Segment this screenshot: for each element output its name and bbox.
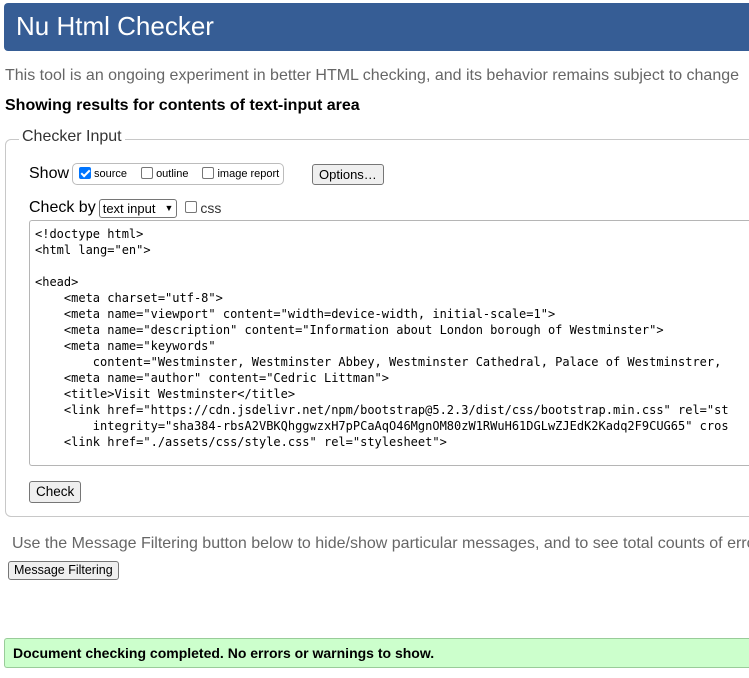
check-by-row: Check by text input ▼ css bbox=[29, 197, 221, 219]
options-button[interactable]: Options… bbox=[312, 164, 384, 185]
source-textarea[interactable]: <!doctype html> <html lang="en"> <head> <m… bbox=[29, 220, 749, 466]
code-line: <meta name="author" content="Cedric Litt… bbox=[35, 371, 390, 385]
check-button[interactable]: Check bbox=[29, 481, 82, 503]
check-by-select[interactable]: text input ▼ bbox=[98, 198, 178, 218]
status-success-message: Document checking completed. No errors o… bbox=[4, 638, 749, 668]
css-option[interactable]: css bbox=[185, 200, 221, 216]
app-title: Nu Html Checker bbox=[16, 11, 214, 41]
app-header: Nu Html Checker bbox=[4, 3, 749, 51]
message-filtering-note: Use the Message Filtering button below t… bbox=[12, 535, 749, 552]
show-label: Show bbox=[29, 165, 70, 182]
checker-input-legend: Checker Input bbox=[19, 128, 125, 146]
intro-text: This tool is an ongoing experiment in be… bbox=[5, 67, 740, 84]
source-checkbox[interactable] bbox=[79, 167, 92, 179]
showing-results-heading: Showing results for contents of text-inp… bbox=[5, 97, 360, 114]
code-line: <meta name="description" content="Inform… bbox=[35, 323, 664, 337]
code-line: <meta charset="utf-8"> bbox=[35, 291, 223, 305]
css-checkbox[interactable] bbox=[185, 201, 198, 213]
code-line: <title>Visit Westminster</title> bbox=[35, 387, 296, 401]
check-by-selected-value: text input bbox=[102, 200, 156, 216]
code-line: <head> bbox=[35, 275, 79, 289]
code-line: <link href="./assets/css/style.css" rel=… bbox=[35, 435, 447, 449]
outline-label: outline bbox=[156, 168, 189, 180]
code-line: <!doctype html> bbox=[35, 227, 144, 241]
show-outline-option[interactable]: outline bbox=[141, 167, 189, 180]
css-label: css bbox=[200, 200, 222, 216]
show-source-option[interactable]: source bbox=[79, 167, 128, 180]
outline-checkbox[interactable] bbox=[141, 167, 154, 179]
code-line: <meta name="keywords" bbox=[35, 339, 216, 353]
chevron-down-icon: ▼ bbox=[164, 202, 174, 213]
show-options-row: Show source outline image report bbox=[29, 162, 285, 186]
message-filtering-button[interactable]: Message Filtering bbox=[8, 561, 119, 580]
code-line: <link href="https://cdn.jsdelivr.net/npm… bbox=[35, 403, 729, 417]
image-report-label: image report bbox=[217, 168, 280, 180]
show-image-report-option[interactable]: image report bbox=[202, 167, 280, 180]
code-line: integrity="sha384-rbsA2VBKQhggwzxH7pPCaA… bbox=[35, 419, 729, 433]
show-options-group: source outline image report bbox=[72, 163, 285, 185]
code-line: content="Westminster, Westminster Abbey,… bbox=[35, 355, 729, 369]
code-line: <html lang="en"> bbox=[35, 243, 151, 257]
source-label: source bbox=[94, 168, 128, 180]
image-report-checkbox[interactable] bbox=[202, 167, 215, 179]
check-by-label: Check by bbox=[29, 199, 96, 216]
code-line: <meta name="viewport" content="width=dev… bbox=[35, 307, 556, 321]
